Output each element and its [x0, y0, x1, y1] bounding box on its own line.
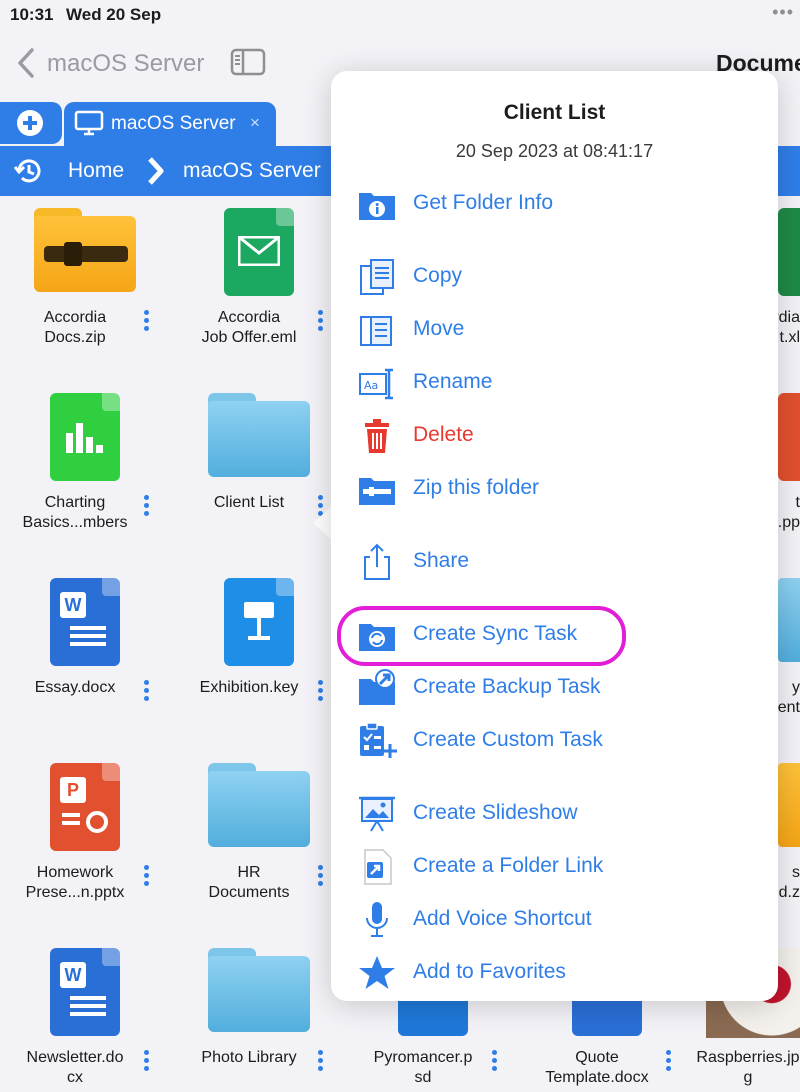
file-charting-basics[interactable]: Charting Basics...mbers [0, 381, 170, 556]
menu-move[interactable]: Move [331, 307, 778, 353]
more-options-icon[interactable] [314, 863, 326, 893]
star-icon [359, 956, 395, 989]
folder-info-icon [359, 193, 395, 220]
word-file-icon: W [50, 578, 120, 666]
more-options-icon[interactable] [140, 678, 152, 708]
back-chevron-icon[interactable] [14, 46, 38, 80]
powerpoint-file-icon [778, 393, 800, 481]
file-exhibition[interactable]: Exhibition.key [174, 566, 344, 741]
folder-icon [208, 948, 310, 1032]
more-options-icon[interactable] [488, 1048, 500, 1078]
back-button-label[interactable]: macOS Server [47, 50, 204, 78]
status-time: 10:31 [10, 5, 54, 24]
powerpoint-file-icon: P [50, 763, 120, 851]
sidebar-toggle-icon[interactable] [230, 48, 266, 76]
menu-delete[interactable]: Delete [331, 413, 778, 459]
file-name: Accordia Job Offer.eml [201, 309, 297, 346]
folder-icon [208, 763, 310, 847]
file-accordia-job-offer[interactable]: Accordia Job Offer.eml [174, 196, 344, 371]
more-options-icon[interactable] [662, 1048, 674, 1078]
file-newsletter[interactable]: W Newsletter.do cx [0, 936, 170, 1092]
menu-rename[interactable]: Aa Rename [331, 360, 778, 406]
excel-file-icon [778, 208, 800, 296]
file-name: Newsletter.do cx [26, 1049, 124, 1086]
zip-folder-icon [34, 208, 136, 292]
zip-folder-icon [778, 763, 800, 847]
multitasking-dots-icon[interactable]: ••• [772, 2, 794, 23]
file-name: Photo Library [201, 1049, 297, 1066]
menu-create-slideshow[interactable]: Create Slideshow [331, 791, 778, 837]
svg-text:Aa: Aa [364, 379, 378, 392]
status-bar: 10:31 Wed 20 Sep ••• [0, 0, 800, 30]
move-icon [360, 316, 392, 346]
zip-folder-icon [359, 478, 395, 505]
microphone-icon [366, 902, 388, 937]
menu-get-folder-info[interactable]: Get Folder Info [331, 181, 778, 227]
email-file-icon [224, 208, 294, 296]
chevron-right-icon [148, 157, 164, 185]
tab-label: macOS Server [111, 113, 236, 134]
menu-add-voice-shortcut[interactable]: Add Voice Shortcut [331, 897, 778, 943]
menu-zip-folder[interactable]: Zip this folder [331, 466, 778, 512]
popover-arrow [313, 505, 333, 541]
file-name: Homework Prese...n.pptx [25, 864, 125, 901]
menu-create-backup-task[interactable]: Create Backup Task [331, 665, 778, 711]
file-essay[interactable]: W Essay.docx [0, 566, 170, 741]
copy-icon [360, 259, 394, 295]
share-icon [364, 543, 390, 580]
popover-date: 20 Sep 2023 at 08:41:17 [455, 141, 654, 161]
trash-icon [365, 419, 389, 453]
menu-create-folder-link[interactable]: Create a Folder Link [331, 844, 778, 890]
more-options-icon[interactable] [314, 1048, 326, 1078]
menu-copy[interactable]: Copy [331, 254, 778, 300]
status-date: Wed 20 Sep [66, 5, 162, 24]
more-options-icon[interactable] [140, 863, 152, 893]
more-options-icon[interactable] [140, 1048, 152, 1078]
more-options-icon[interactable] [314, 308, 326, 338]
file-name: Accordia Docs.zip [43, 309, 107, 346]
folder-icon [208, 393, 310, 477]
add-tab-button[interactable] [0, 102, 62, 144]
file-name: Essay.docx [34, 679, 116, 696]
keynote-file-icon [224, 578, 294, 666]
file-name: Raspberries.jp g [696, 1049, 800, 1086]
history-icon[interactable] [12, 156, 44, 186]
backup-icon [359, 669, 395, 705]
highlight-ring [337, 606, 626, 666]
folder-link-icon [364, 849, 392, 885]
menu-add-to-favorites[interactable]: Add to Favorites [331, 950, 778, 996]
plus-circle-icon [17, 110, 43, 136]
tab-macos-server[interactable]: macOS Server × [64, 102, 276, 148]
popover-title: Client List [503, 101, 606, 124]
tab-close-icon[interactable]: × [250, 113, 260, 133]
rename-icon: Aa [359, 368, 393, 400]
slideshow-icon [359, 796, 395, 832]
word-file-icon: W [50, 948, 120, 1036]
file-name: Quote Template.docx [545, 1049, 649, 1086]
folder-icon [778, 578, 800, 662]
breadcrumb-home[interactable]: Home [68, 159, 124, 183]
file-homework-presentation[interactable]: P Homework Prese...n.pptx [0, 751, 170, 926]
menu-create-custom-task[interactable]: Create Custom Task [331, 718, 778, 764]
file-name: HR Documents [208, 864, 290, 901]
more-options-icon[interactable] [140, 308, 152, 338]
breadcrumb-macos-server[interactable]: macOS Server [183, 159, 321, 183]
numbers-file-icon [50, 393, 120, 481]
custom-task-icon [360, 722, 397, 758]
file-name: Pyromancer.p sd [373, 1049, 473, 1086]
file-hr-documents[interactable]: HR Documents [174, 751, 344, 926]
context-menu-popover: Client List 20 Sep 2023 at 08:41:17 Get … [331, 71, 778, 1001]
file-accordia-docs-zip[interactable]: Accordia Docs.zip [0, 196, 170, 371]
file-name: Exhibition.key [199, 679, 299, 696]
menu-share[interactable]: Share [331, 539, 778, 585]
file-photo-library[interactable]: Photo Library [174, 936, 344, 1092]
file-name: Charting Basics...mbers [22, 494, 128, 531]
monitor-icon [74, 110, 104, 136]
more-options-icon[interactable] [314, 678, 326, 708]
more-options-icon[interactable] [140, 493, 152, 523]
file-name: Client List [213, 494, 285, 511]
